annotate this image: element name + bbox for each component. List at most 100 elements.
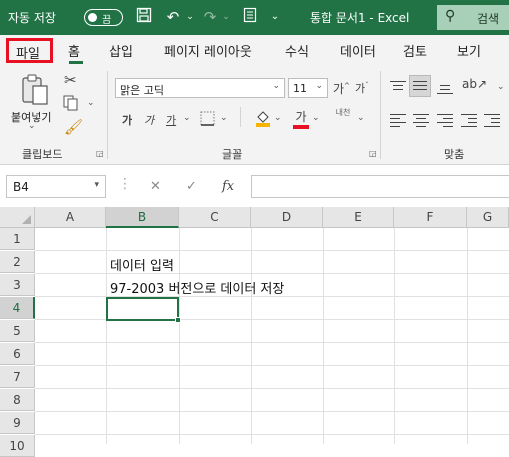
document-title: 통합 문서1 - Excel <box>310 11 410 25</box>
copy-icon[interactable] <box>63 95 79 115</box>
underline-button[interactable]: 가 <box>166 112 176 128</box>
tab-page-layout[interactable]: 페이지 레이아웃 <box>164 41 252 60</box>
column-header-g[interactable]: G <box>467 207 509 228</box>
tab-insert[interactable]: 삽입 <box>109 41 133 60</box>
active-cell-b4[interactable] <box>106 297 179 321</box>
grid-line <box>35 273 509 274</box>
autosave-label: 자동 저장 <box>8 11 56 25</box>
font-color-dropdown-icon[interactable]: ⌄ <box>312 113 320 123</box>
divider <box>240 107 241 127</box>
font-color-icon[interactable]: 가 <box>293 108 309 129</box>
name-box[interactable]: B4 ▾ <box>6 175 106 198</box>
column-header-e[interactable]: E <box>323 207 394 228</box>
search-label: 검색 <box>477 12 500 26</box>
redo-dropdown-icon[interactable]: ⌄ <box>216 7 236 27</box>
tab-view[interactable]: 보기 <box>457 41 481 60</box>
alignment-group-label: 맞춤 <box>444 148 465 161</box>
worksheet-grid[interactable]: A B C D E F G 1 2 3 4 5 6 7 8 9 10 데이터 입… <box>0 207 509 457</box>
fill-handle[interactable] <box>175 317 181 323</box>
bold-button[interactable]: 가 <box>122 112 132 128</box>
select-all-button[interactable] <box>0 207 35 228</box>
align-center-icon[interactable] <box>413 113 429 127</box>
grid-line <box>35 250 509 251</box>
row-header-7[interactable]: 7 <box>0 366 35 388</box>
orientation-dropdown-icon[interactable]: ⌄ <box>497 82 505 92</box>
copy-dropdown-icon[interactable]: ⌄ <box>87 98 95 108</box>
orientation-icon[interactable]: ab↗ <box>462 77 487 91</box>
decrease-indent-icon[interactable] <box>461 113 477 127</box>
column-header-f[interactable]: F <box>394 207 467 228</box>
align-right-icon[interactable] <box>437 113 453 127</box>
chevron-down-icon: ▾ <box>94 180 99 190</box>
cell-b2[interactable]: 데이터 입력 <box>110 255 174 274</box>
row-header-5[interactable]: 5 <box>0 320 35 342</box>
customize-toolbar-icon[interactable]: ⌄ <box>265 7 285 27</box>
paste-dropdown-icon[interactable]: ⌄ <box>28 121 36 131</box>
tab-file[interactable]: 파일 <box>6 38 53 63</box>
font-color-glyph: 가 <box>295 110 307 124</box>
tab-review[interactable]: 검토 <box>403 41 427 60</box>
search-box[interactable]: ⚲ 검색 <box>437 5 509 30</box>
autosave-toggle[interactable]: 끔 <box>84 9 123 26</box>
borders-dropdown-icon[interactable]: ⌄ <box>220 113 228 123</box>
cell-b3[interactable]: 97-2003 버전으로 데이터 저장 <box>110 278 284 297</box>
row-header-8[interactable]: 8 <box>0 389 35 411</box>
group-divider <box>107 71 108 159</box>
font-name-value: 맑은 고딕 <box>120 84 164 97</box>
row-header-10[interactable]: 10 <box>0 435 35 457</box>
row-header-3[interactable]: 3 <box>0 274 35 296</box>
formula-bar-grip-icon: ⋮ <box>118 176 132 192</box>
fill-color-icon[interactable] <box>255 109 271 131</box>
font-size-value: 11 <box>293 82 307 95</box>
undo-dropdown-icon[interactable]: ⌄ <box>180 7 200 27</box>
row-header-6[interactable]: 6 <box>0 343 35 365</box>
phonetic-button[interactable]: 내천 <box>335 108 351 117</box>
cut-icon[interactable]: ✂ <box>64 71 77 89</box>
ribbon-tabs: 파일 홈 삽입 페이지 레이아웃 수식 데이터 검토 보기 <box>0 35 509 65</box>
grid-line <box>35 388 509 389</box>
cancel-icon[interactable]: ✕ <box>150 179 161 194</box>
phonetic-dropdown-icon[interactable]: ⌄ <box>357 113 365 123</box>
toggle-knob <box>88 13 97 22</box>
font-name-select[interactable]: 맑은 고딕 ⌄ <box>115 78 285 98</box>
column-header-c[interactable]: C <box>179 207 251 228</box>
align-left-icon[interactable] <box>390 113 406 127</box>
shrink-font-button[interactable]: 가ˇ <box>355 80 369 96</box>
row-header-2[interactable]: 2 <box>0 251 35 273</box>
form-icon[interactable] <box>240 7 260 27</box>
clipboard-launcher-icon[interactable]: ◲ <box>96 149 104 158</box>
align-middle-icon[interactable] <box>409 75 431 97</box>
column-header-b[interactable]: B <box>106 207 179 228</box>
row-header-1[interactable]: 1 <box>0 228 35 250</box>
grid-line <box>35 342 509 343</box>
grid-line <box>35 411 509 412</box>
italic-button[interactable]: 가 <box>144 112 154 128</box>
grid-line <box>35 434 509 435</box>
enter-icon[interactable]: ✓ <box>186 179 197 194</box>
increase-indent-icon[interactable] <box>484 113 500 127</box>
formula-input[interactable] <box>251 175 509 198</box>
tab-home[interactable]: 홈 <box>68 41 80 60</box>
font-launcher-icon[interactable]: ◲ <box>369 149 377 158</box>
align-top-icon[interactable] <box>390 79 406 95</box>
insert-function-icon[interactable]: fx <box>222 179 234 194</box>
tab-formulas[interactable]: 수식 <box>285 41 309 60</box>
font-size-select[interactable]: 11 ⌄ <box>288 78 328 98</box>
fill-color-dropdown-icon[interactable]: ⌄ <box>274 113 282 123</box>
save-icon[interactable] <box>134 7 154 27</box>
format-painter-icon[interactable]: 🖌 <box>64 118 83 136</box>
paste-icon[interactable] <box>18 73 52 109</box>
grow-font-button[interactable]: 가^ <box>333 80 350 97</box>
group-divider <box>380 71 381 159</box>
font-color-swatch <box>293 125 309 129</box>
align-bottom-icon[interactable] <box>437 79 453 95</box>
column-header-d[interactable]: D <box>251 207 323 228</box>
ribbon: 붙여넣기 ⌄ ✂ ⌄ 🖌 클립보드 ◲ 맑은 고딕 ⌄ 11 ⌄ 가^ 가ˇ 가… <box>0 65 509 165</box>
grid-line <box>35 365 509 366</box>
tab-data[interactable]: 데이터 <box>340 41 376 60</box>
row-header-9[interactable]: 9 <box>0 412 35 434</box>
row-header-4[interactable]: 4 <box>0 297 35 319</box>
column-header-a[interactable]: A <box>35 207 106 228</box>
underline-dropdown-icon[interactable]: ⌄ <box>183 113 191 123</box>
borders-icon[interactable] <box>200 111 215 130</box>
